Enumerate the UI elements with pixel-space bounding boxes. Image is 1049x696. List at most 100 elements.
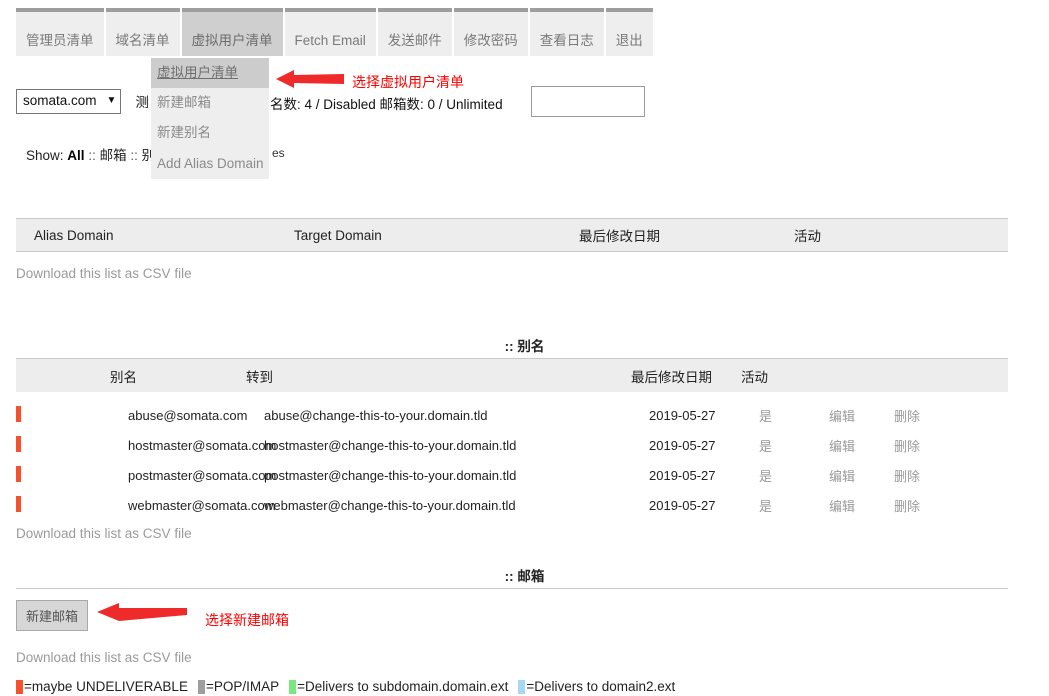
cell-alias: hostmaster@somata.com [128, 437, 277, 453]
dropdown-item-label: Add Alias Domain [157, 155, 264, 171]
show-filter-line: Show: All :: 邮箱 :: 别 [26, 144, 155, 164]
header-alias: 别名 [110, 369, 137, 385]
cell-delete-link[interactable]: 删除 [894, 466, 954, 485]
alias-table-header: 别名 转到 最后修改日期 活动 [16, 358, 1008, 392]
tab-4[interactable]: 发送邮件 [377, 8, 452, 56]
cell-alias: postmaster@somata.com [128, 467, 277, 483]
undeliverable-flag-icon [16, 435, 21, 452]
cell-alias: abuse@somata.com [128, 407, 248, 423]
alias-domain-table: Alias Domain Target Domain 最后修改日期 活动 [16, 218, 1008, 252]
show-label: Show: [26, 148, 64, 163]
cell-edit-link[interactable]: 编辑 [829, 496, 894, 515]
mailbox-section-title: :: 邮箱 [504, 569, 545, 584]
tab-1[interactable]: 域名清单 [105, 8, 180, 56]
header-active: 活动 [741, 369, 768, 385]
cell-edit-link[interactable]: 编辑 [829, 406, 894, 425]
cell-alias: webmaster@somata.com [128, 497, 276, 513]
domain-partial-label: 测 [135, 95, 149, 110]
status-color-legend: =maybe UNDELIVERABLE =POP/IMAP =Delivers t… [16, 679, 685, 694]
tab-5[interactable]: 修改密码 [453, 8, 528, 56]
legend-label-1: =POP/IMAP [205, 679, 280, 694]
legend-swatch-1 [197, 679, 205, 694]
alias-domain-csv-link[interactable]: Download this list as CSV file [16, 266, 192, 281]
show-line-tail: es [272, 146, 285, 160]
header-modified: 最后修改日期 [631, 369, 712, 385]
legend-label-3: =Delivers to domain2.ext [526, 679, 676, 694]
dropdown-item-0[interactable]: 虚拟用户清单 [151, 58, 269, 89]
table-row: webmaster@somata.com webmaster@change-thi… [16, 490, 1008, 520]
tab-label: 发送邮件 [387, 33, 442, 48]
main-tab-bar: 管理员清单 域名清单 虚拟用户清单 Fetch Email 发送邮件 修改密码 查看日志 退出 [16, 8, 655, 56]
cell-goto: hostmaster@change-this-to-your.domain.tl… [264, 437, 517, 453]
tab-label: 管理员清单 [26, 33, 94, 48]
page-root: 管理员清单 域名清单 虚拟用户清单 Fetch Email 发送邮件 修改密码 查看日志 退出… [0, 0, 1049, 696]
tab-label: Fetch Email [294, 33, 366, 48]
dropdown-item-1[interactable]: 新建邮箱 [151, 88, 269, 118]
undeliverable-flag-icon [16, 465, 21, 482]
legend-swatch-2 [289, 679, 297, 694]
cell-delete-link[interactable]: 删除 [894, 496, 954, 515]
dropdown-item-2[interactable]: 新建别名 [151, 118, 269, 148]
dropdown-item-label: 新建邮箱 [157, 95, 211, 111]
tab-2[interactable]: 虚拟用户清单 [181, 8, 283, 56]
dropdown-item-3[interactable]: Add Alias Domain [151, 149, 269, 179]
cell-goto: webmaster@change-this-to-your.domain.tld [264, 497, 516, 513]
alias-table: 别名 转到 最后修改日期 活动 abuse@somata.com abuse@ch… [16, 358, 1008, 520]
cell-modified: 2019-05-27 [649, 497, 716, 513]
show-filter-mailbox[interactable]: 邮箱 [100, 148, 127, 163]
tab-label: 虚拟用户清单 [191, 33, 273, 48]
domain-select-value: somata.com [23, 93, 97, 109]
row-status-flag [16, 465, 34, 485]
search-input[interactable] [531, 86, 645, 117]
tab-label: 退出 [615, 33, 643, 48]
show-sep-2: :: [130, 148, 138, 163]
table-row: abuse@somata.com abuse@change-this-to-you… [16, 400, 1008, 430]
tab-7[interactable]: 退出 [605, 8, 653, 56]
cell-edit-link[interactable]: 编辑 [829, 436, 894, 455]
alias-domain-table-header: Alias Domain Target Domain 最后修改日期 活动 [16, 218, 1008, 252]
header-alias-domain: Alias Domain [34, 227, 114, 243]
cell-active: 是 [759, 468, 773, 484]
undeliverable-flag-icon [16, 405, 21, 422]
cell-modified: 2019-05-27 [649, 407, 716, 423]
header-goto: 转到 [246, 369, 273, 385]
annotation-text-select-new-mailbox: 选择新建邮箱 [205, 612, 289, 628]
alias-section-title: :: 别名 [504, 339, 545, 354]
cell-active: 是 [759, 408, 773, 424]
tab-3[interactable]: Fetch Email [284, 8, 376, 56]
domain-selector-row: somata.com ▼ 测 [16, 88, 149, 114]
annotation-arrow-top [276, 70, 344, 88]
undeliverable-flag-icon [16, 495, 21, 512]
row-status-flag [16, 435, 34, 455]
dropdown-item-label: 新建别名 [157, 125, 211, 141]
cell-delete-link[interactable]: 删除 [894, 436, 954, 455]
show-filter-all[interactable]: All [67, 148, 84, 163]
annotation-text-select-virtual-user: 选择虚拟用户清单 [352, 74, 464, 90]
legend-label-2: =Delivers to subdomain.domain.ext [297, 679, 509, 694]
virtual-user-dropdown-menu[interactable]: 虚拟用户清单新建邮箱新建别名 Add Alias Domain [151, 58, 269, 179]
show-sep-1: :: [88, 148, 96, 163]
chevron-down-icon: ▼ [106, 95, 117, 106]
cell-edit-link[interactable]: 编辑 [829, 466, 894, 485]
tab-0[interactable]: 管理员清单 [16, 8, 104, 56]
legend-swatch-0 [16, 679, 23, 694]
row-status-flag [16, 495, 34, 515]
tab-6[interactable]: 查看日志 [529, 8, 604, 56]
table-row: hostmaster@somata.com hostmaster@change-t… [16, 430, 1008, 460]
mailbox-divider [16, 588, 1008, 589]
cell-delete-link[interactable]: 删除 [894, 406, 954, 425]
cell-goto: postmaster@change-this-to-your.domain.tl… [264, 467, 517, 483]
header-activity: 活动 [794, 229, 821, 244]
annotation-arrow-bottom [97, 603, 187, 621]
mailbox-csv-link[interactable]: Download this list as CSV file [16, 650, 192, 665]
cell-active: 是 [759, 498, 773, 514]
legend-label-0: =maybe UNDELIVERABLE [24, 679, 188, 694]
header-last-modified: 最后修改日期 [579, 229, 660, 244]
domain-stats-text: 名数: 4 / Disabled 邮箱数: 0 / Unlimited [270, 97, 503, 112]
alias-csv-link[interactable]: Download this list as CSV file [16, 526, 192, 541]
legend-swatch-3 [518, 679, 526, 694]
cell-goto: abuse@change-this-to-your.domain.tld [264, 407, 488, 423]
domain-select[interactable]: somata.com ▼ [16, 88, 122, 114]
new-mailbox-button[interactable]: 新建邮箱 [16, 600, 89, 631]
row-status-flag [16, 405, 34, 425]
